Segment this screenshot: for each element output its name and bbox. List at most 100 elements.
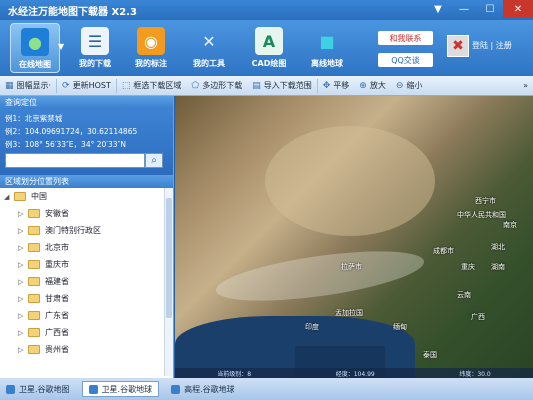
- my-tools-button[interactable]: ✕ 我的工具: [184, 23, 234, 73]
- list-item-label: 北京市: [45, 243, 69, 252]
- cubes-icon: ■: [319, 31, 335, 51]
- latitude-readout: 纬度：30.0: [459, 370, 491, 378]
- expand-icon[interactable]: ▷: [18, 261, 28, 269]
- map-view[interactable]: 中华人民共和国 西宁市 南京 成都市 湖北 拉萨市 重庆 湖南 云南 孟加拉国 …: [175, 96, 533, 378]
- my-downloads-button[interactable]: ☰ 我的下载: [70, 23, 120, 73]
- map-label: 湖北: [491, 243, 505, 251]
- zoom-level: 当前级别：8: [217, 370, 252, 378]
- select-box-label: 框选下载区域: [133, 81, 182, 90]
- update-host-button[interactable]: ⟳ 更新HOST: [57, 77, 116, 95]
- query-examples: 例1：北京紫禁城 例2：104.09691724，30.62114865 例3：…: [0, 109, 173, 175]
- cad-drawing-button[interactable]: A CAD绘图: [244, 23, 294, 73]
- example-line: 例1：北京紫禁城: [5, 114, 63, 123]
- grid-display-button[interactable]: ▦ 图幅显示·: [0, 77, 56, 95]
- qq-chat-button[interactable]: QQ交谈: [378, 53, 433, 67]
- pan-button[interactable]: ✥ 平移: [318, 77, 355, 95]
- offline-earth-button[interactable]: ■ 离线地球: [302, 23, 352, 73]
- region-header: 区域划分位置列表: [0, 175, 173, 188]
- my-downloads-label: 我的下载: [79, 59, 111, 68]
- maximize-button[interactable]: ☐: [477, 0, 503, 18]
- avatar[interactable]: ✖: [447, 35, 469, 57]
- list-item[interactable]: ▷ 澳门特别行政区: [0, 222, 173, 239]
- zoom-in-icon: ⊕: [359, 80, 367, 91]
- expand-icon[interactable]: ▷: [18, 329, 28, 337]
- list-item[interactable]: ▷ 甘肃省: [0, 290, 173, 307]
- map-label: 孟加拉国: [335, 309, 363, 317]
- online-map-label: 在线地图: [19, 60, 51, 69]
- import-icon: ▤: [252, 80, 261, 91]
- list-item[interactable]: ▷ 重庆市: [0, 256, 173, 273]
- expand-icon[interactable]: ▷: [18, 210, 28, 218]
- map-source-tabs: 卫星.谷歌地图 卫星.谷歌地球 高程.谷歌地球: [0, 378, 533, 400]
- map-label: 西宁市: [475, 197, 496, 205]
- expand-icon[interactable]: ▷: [18, 278, 28, 286]
- list-item[interactable]: ▷ 广东省: [0, 307, 173, 324]
- map-label: 重庆: [461, 263, 475, 271]
- map-label: 广西: [471, 313, 485, 321]
- expand-icon[interactable]: ▷: [18, 244, 28, 252]
- collapse-icon[interactable]: ◢: [4, 193, 14, 201]
- list-item-label: 甘肃省: [45, 294, 69, 303]
- chevron-down-icon[interactable]: ▼: [58, 42, 64, 51]
- map-label: 缅甸: [393, 323, 407, 331]
- search-input[interactable]: [5, 153, 145, 168]
- select-box-download-button[interactable]: ⬚ 框选下载区域: [117, 77, 187, 95]
- list-item[interactable]: ▷ 安徽省: [0, 205, 173, 222]
- expand-icon[interactable]: ▷: [18, 312, 28, 320]
- online-map-button[interactable]: ● 在线地图: [10, 23, 60, 73]
- my-annotations-label: 我的标注: [135, 59, 167, 68]
- scroll-thumb[interactable]: [166, 198, 172, 318]
- zoom-in-button[interactable]: ⊕ 放大: [354, 77, 391, 95]
- list-item[interactable]: ▷ 北京市: [0, 239, 173, 256]
- map-label: 中华人民共和国: [457, 211, 506, 219]
- login-link[interactable]: 登陆: [472, 41, 488, 50]
- minimize-button[interactable]: —: [451, 0, 477, 18]
- ribbon-toolbar: ● 在线地图 ▼ ☰ 我的下载 ◉ 我的标注 ✕ 我的工具 A CAD绘图 ■ …: [0, 20, 533, 76]
- register-link[interactable]: 注册: [496, 41, 512, 50]
- expand-icon[interactable]: ▷: [18, 227, 28, 235]
- contact-us-button[interactable]: 和我联系: [378, 31, 433, 45]
- zoom-out-label: 缩小: [406, 81, 423, 90]
- tab-label: 高程.谷歌地球: [184, 384, 235, 394]
- folder-icon: [28, 328, 40, 337]
- folder-icon: [28, 209, 40, 218]
- window-menu-button[interactable]: ▼: [425, 0, 451, 18]
- import-range-button[interactable]: ▤ 导入下载范围: [247, 77, 317, 95]
- refresh-icon: ⟳: [62, 80, 70, 91]
- polygon-download-label: 多边形下载: [202, 81, 243, 90]
- list-item[interactable]: ▷ 福建省: [0, 273, 173, 290]
- map-toolbar: ▦ 图幅显示· ⟳ 更新HOST ⬚ 框选下载区域 ⬠ 多边形下载 ▤ 导入下载范围 ✥ 平…: [0, 76, 533, 96]
- search-icon[interactable]: ⌕: [145, 153, 163, 168]
- map-label: 印度: [305, 323, 319, 331]
- tab-google-earth-elevation[interactable]: 高程.谷歌地球: [165, 381, 241, 397]
- tab-google-earth-satellite[interactable]: 卫星.谷歌地球: [81, 381, 160, 397]
- list-item-label: 安徽省: [45, 209, 69, 218]
- toolbar-overflow-button[interactable]: »: [518, 77, 533, 95]
- map-label: 泰国: [423, 351, 437, 359]
- expand-icon[interactable]: ▷: [18, 295, 28, 303]
- map-label: 拉萨市: [341, 263, 362, 271]
- folder-icon: [14, 192, 26, 201]
- tree-scrollbar[interactable]: [164, 188, 173, 376]
- tab-google-map-satellite[interactable]: 卫星.谷歌地图: [0, 381, 76, 397]
- polygon-download-button[interactable]: ⬠ 多边形下载: [186, 77, 247, 95]
- tree-root[interactable]: ◢ 中国: [0, 188, 173, 205]
- folder-icon: [28, 226, 40, 235]
- cad-drawing-label: CAD绘图: [251, 59, 287, 68]
- update-host-label: 更新HOST: [72, 81, 111, 90]
- close-button[interactable]: ✕: [503, 0, 533, 18]
- pan-icon: ✥: [322, 80, 331, 91]
- longitude-readout: 经度：104.99: [335, 370, 375, 378]
- expand-icon[interactable]: ▷: [18, 346, 28, 354]
- list-item[interactable]: ▷ 广西省: [0, 324, 173, 341]
- list-item-label: 广西省: [45, 328, 69, 337]
- map-terrain-desert: [265, 126, 435, 236]
- my-tools-label: 我的工具: [193, 59, 225, 68]
- my-annotations-button[interactable]: ◉ 我的标注: [126, 23, 176, 73]
- zoom-out-button[interactable]: ⊖ 缩小: [391, 77, 428, 95]
- list-item[interactable]: ▷ 贵州省: [0, 341, 173, 358]
- download-list-icon: ☰: [81, 27, 109, 55]
- separator: |: [490, 41, 494, 50]
- import-range-label: 导入下载范围: [263, 81, 312, 90]
- zoom-out-icon: ⊖: [395, 80, 404, 91]
